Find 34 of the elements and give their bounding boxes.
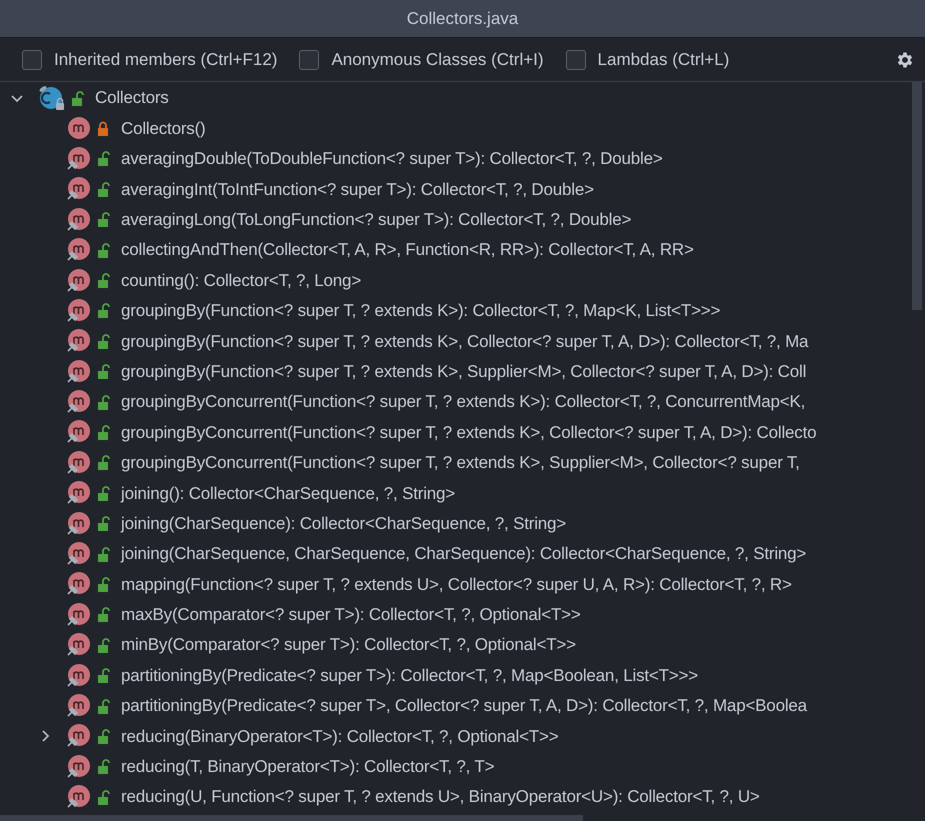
- method-signature[interactable]: partitioningBy(Predicate<? super T>): Collector<T, ?, Map<Boolean, List<T>>>: [121, 662, 698, 688]
- method-signature[interactable]: groupingBy(Function<? super T, ? extends K>): Collector<T, ?, Map<K, List<T>>>: [121, 298, 720, 324]
- method-signature[interactable]: partitioningBy(Predicate<? super T>, Collector<? super T, A, D>): Collector<T, ?, Map<Boolea: [121, 693, 807, 719]
- checkbox[interactable]: [22, 50, 42, 70]
- method-signature[interactable]: joining(CharSequence): Collector<CharSequence, ?, String>: [121, 510, 566, 536]
- checkbox-label[interactable]: Inherited members (Ctrl+F12): [54, 46, 278, 72]
- method-signature[interactable]: minBy(Comparator<? super T>): Collector<T, ?, Optional<T>>: [121, 632, 576, 658]
- method-signature[interactable]: averagingDouble(ToDoubleFunction<? super T>): Collector<T, ?, Double>: [121, 146, 663, 172]
- method-signature[interactable]: groupingBy(Function<? super T, ? extends K>, Supplier<M>, Collector<? super T, A, D>): Coll: [121, 358, 806, 384]
- checkbox-label[interactable]: Anonymous Classes (Ctrl+I): [331, 46, 544, 72]
- horizontal-scrollbar[interactable]: [0, 815, 583, 821]
- class-name[interactable]: Collectors: [95, 85, 169, 111]
- window-title: Collectors.java: [406, 8, 518, 30]
- method-signature[interactable]: joining(CharSequence, CharSequence, CharSequence): Collector<CharSequence, ?, String>: [121, 541, 806, 567]
- method-signature[interactable]: averagingLong(ToLongFunction<? super T>): Collector<T, ?, Double>: [121, 207, 632, 232]
- method-signature[interactable]: averagingInt(ToIntFunction<? super T>): Collector<T, ?, Double>: [121, 176, 594, 202]
- method-signature[interactable]: counting(): Collector<T, ?, Long>: [121, 268, 362, 294]
- method-signature[interactable]: mapping(Function<? super T, ? extends U>, Collector<? super U, A, R>): Collector<T, ?, R>: [121, 572, 792, 598]
- method-signature[interactable]: Collectors(): [121, 116, 206, 142]
- method-signature[interactable]: groupingByConcurrent(Function<? super T, ? extends K>, Collector<? super T, A, D>): Collecto: [121, 420, 816, 446]
- method-signature[interactable]: reducing(BinaryOperator<T>): Collector<T, ?, Optional<T>>: [121, 724, 558, 750]
- method-signature[interactable]: maxBy(Comparator<? super T>): Collector<T, ?, Optional<T>>: [121, 602, 581, 628]
- method-signature[interactable]: reducing(U, Function<? super T, ? extends U>, BinaryOperator<U>): Collector<T, ?, U>: [121, 784, 760, 810]
- settings-icon[interactable]: [895, 50, 915, 70]
- method-signature[interactable]: groupingByConcurrent(Function<? super T, ? extends K>, Supplier<M>, Collector<? super T,: [121, 450, 800, 476]
- method-signature[interactable]: joining(): Collector<CharSequence, ?, String>: [121, 480, 456, 506]
- method-signature[interactable]: groupingBy(Function<? super T, ? extends K>, Collector<? super T, A, D>): Collector<T, ?, Ma: [121, 328, 808, 354]
- vertical-scrollbar[interactable]: [912, 82, 922, 310]
- method-signature[interactable]: collectingAndThen(Collector<T, A, R>, Function<R, RR>): Collector<T, A, RR>: [121, 237, 694, 263]
- method-signature[interactable]: groupingByConcurrent(Function<? super T, ? extends K>): Collector<T, ?, ConcurrentMap<K,: [121, 389, 806, 415]
- checkbox[interactable]: [299, 50, 320, 70]
- method-signature[interactable]: reducing(T, BinaryOperator<T>): Collector<T, ?, T>: [121, 754, 494, 780]
- checkbox-label[interactable]: Lambdas (Ctrl+L): [598, 46, 730, 72]
- checkbox[interactable]: [566, 50, 586, 70]
